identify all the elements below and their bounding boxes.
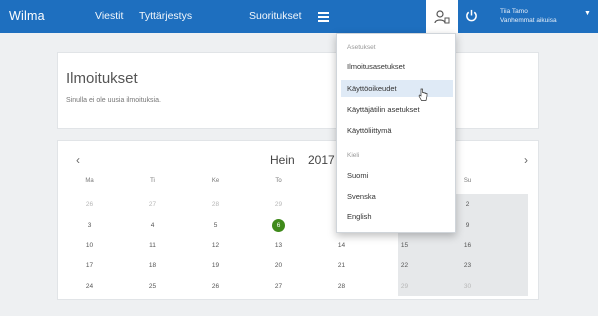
calendar-day[interactable]: 24 bbox=[58, 283, 121, 290]
calendar-day[interactable]: 5 bbox=[184, 222, 247, 229]
calendar-day[interactable]: 11 bbox=[121, 242, 184, 249]
nav-messages[interactable]: Viestit bbox=[95, 10, 123, 22]
settings-dropdown: Asetukset Ilmoitusasetukset Käyttöoikeud… bbox=[336, 33, 456, 233]
menu-item-lang-sv[interactable]: Svenska bbox=[341, 188, 453, 205]
calendar-day[interactable]: 18 bbox=[121, 262, 184, 269]
nav-grades[interactable]: Suoritukset bbox=[249, 10, 302, 22]
weekday-label: Ma bbox=[85, 178, 94, 184]
calendar-prev-button[interactable]: ‹ bbox=[76, 153, 80, 167]
weekday-label: To bbox=[275, 178, 282, 184]
menu-item-interface[interactable]: Käyttöliittymä bbox=[341, 122, 453, 139]
user-settings-button[interactable] bbox=[426, 0, 458, 33]
hand-pointer-icon bbox=[418, 88, 428, 101]
calendar-day[interactable]: 10 bbox=[58, 242, 121, 249]
calendar-day[interactable]: 15 bbox=[373, 242, 436, 249]
calendar-day[interactable]: 29 bbox=[373, 283, 436, 290]
weekday-label: Ke bbox=[211, 178, 220, 184]
notifications-panel: Ilmoitukset Sinulla ei ole uusia ilmoitu… bbox=[57, 52, 539, 129]
account-role: Vanhemmat aikuisa bbox=[500, 17, 557, 24]
weekday-label: Ti bbox=[150, 178, 155, 184]
calendar-day[interactable]: 19 bbox=[184, 262, 247, 269]
nav-schedule[interactable]: Tyttärjestys bbox=[139, 10, 192, 22]
calendar-year: 2017 bbox=[308, 153, 335, 167]
top-bar: Wilma Viestit Tyttärjestys Suoritukset T… bbox=[0, 0, 598, 33]
calendar-day[interactable]: 28 bbox=[184, 201, 247, 208]
calendar-month: Hein bbox=[270, 153, 295, 167]
calendar-day[interactable]: 3 bbox=[58, 222, 121, 229]
calendar-day[interactable]: 14 bbox=[310, 242, 373, 249]
language-section-header: Kieli bbox=[347, 152, 360, 159]
notifications-empty-text: Sinulla ei ole uusia ilmoituksia. bbox=[66, 97, 161, 104]
calendar-day[interactable]: 4 bbox=[121, 222, 184, 229]
menu-item-account-settings[interactable]: Käyttäjätilin asetukset bbox=[341, 101, 453, 118]
notifications-title: Ilmoitukset bbox=[66, 70, 138, 87]
account-switcher[interactable]: Tiia Tamo Vanhemmat aikuisa bbox=[500, 7, 557, 25]
account-name: Tiia Tamo bbox=[500, 8, 528, 15]
user-settings-icon bbox=[434, 9, 450, 23]
calendar-day[interactable]: 28 bbox=[310, 283, 373, 290]
menu-item-lang-fi[interactable]: Suomi bbox=[341, 167, 453, 184]
calendar-day-today[interactable]: 6 bbox=[272, 219, 285, 232]
calendar-day[interactable]: 26 bbox=[184, 283, 247, 290]
settings-section-header: Asetukset bbox=[347, 44, 376, 51]
calendar-day[interactable]: 21 bbox=[310, 262, 373, 269]
brand-logo[interactable]: Wilma bbox=[9, 9, 45, 23]
calendar-day[interactable]: 12 bbox=[184, 242, 247, 249]
menu-item-notification-settings[interactable]: Ilmoitusasetukset bbox=[341, 58, 453, 75]
calendar-day[interactable]: 30 bbox=[436, 283, 499, 290]
chevron-down-icon[interactable]: ▼ bbox=[584, 10, 591, 17]
calendar-day[interactable]: 20 bbox=[247, 262, 310, 269]
calendar-panel: ‹ Hein 2017 › MaTiKeToPeLaSu262728293012… bbox=[57, 140, 539, 300]
calendar-day[interactable]: 17 bbox=[58, 262, 121, 269]
menu-item-permissions[interactable]: Käyttöoikeudet bbox=[341, 80, 453, 97]
calendar-day[interactable]: 27 bbox=[121, 201, 184, 208]
calendar-day[interactable]: 23 bbox=[436, 262, 499, 269]
menu-item-lang-en[interactable]: English bbox=[341, 208, 453, 225]
calendar-day[interactable]: 13 bbox=[247, 242, 310, 249]
calendar-day[interactable]: 22 bbox=[373, 262, 436, 269]
calendar-day[interactable]: 29 bbox=[247, 201, 310, 208]
calendar-day[interactable]: 25 bbox=[121, 283, 184, 290]
calendar-day[interactable]: 26 bbox=[58, 201, 121, 208]
calendar-day[interactable]: 27 bbox=[247, 283, 310, 290]
calendar-next-button[interactable]: › bbox=[524, 153, 528, 167]
power-icon[interactable] bbox=[465, 9, 478, 22]
hamburger-menu-icon[interactable] bbox=[318, 12, 329, 24]
calendar-day[interactable]: 16 bbox=[436, 242, 499, 249]
